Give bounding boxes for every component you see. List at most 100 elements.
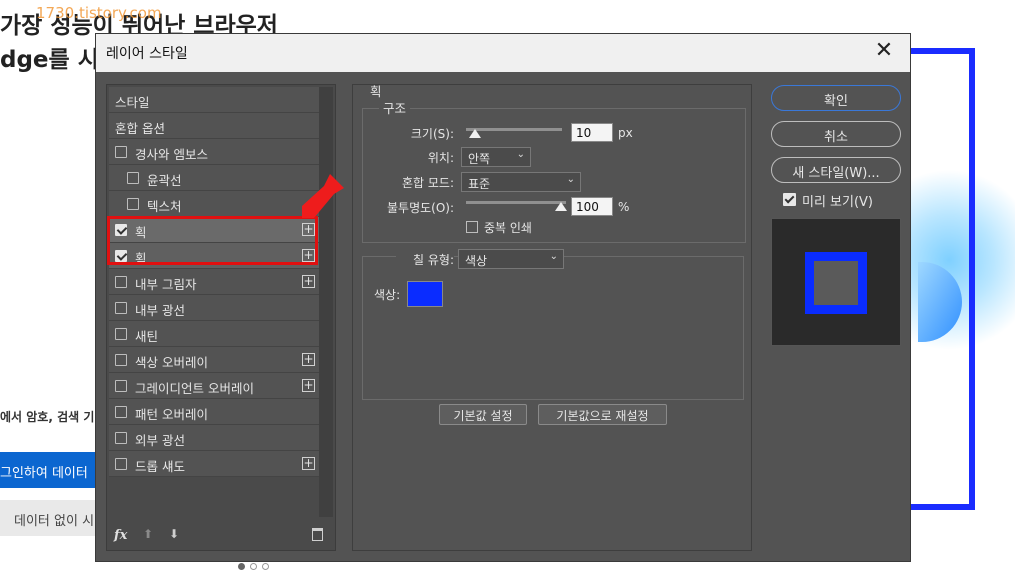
style-item-label: 경사와 엠보스 [135, 147, 208, 162]
opacity-input[interactable]: 100 [571, 197, 613, 216]
preview-label: 미리 보기(V) [802, 195, 874, 210]
move-up-icon[interactable]: ⬆ [143, 527, 153, 541]
bg-body-text: 에서 암호, 검색 기 [0, 410, 95, 424]
carousel-dot[interactable] [262, 563, 269, 570]
bg-continue-button[interactable]: 데이터 없이 시 [0, 500, 100, 536]
style-checkbox[interactable] [115, 406, 127, 418]
style-checkbox[interactable] [127, 198, 139, 210]
dialog-titlebar: 레이어 스타일 ✕ [96, 34, 910, 72]
style-list-item[interactable]: 드롭 섀도 + [109, 451, 319, 477]
style-item-label: 스타일 [115, 95, 150, 110]
fill-type-label: 칠 유형: [396, 251, 454, 268]
size-slider-thumb[interactable] [469, 129, 481, 138]
chevron-down-icon: ⌄ [549, 251, 558, 262]
fill-type-dropdown[interactable]: 색상 ⌄ [458, 249, 564, 269]
style-checkbox[interactable] [115, 276, 127, 288]
style-checkbox[interactable] [115, 354, 127, 366]
ok-button[interactable]: 확인 [771, 85, 901, 111]
style-list-item[interactable]: 윤곽선 [109, 165, 319, 191]
style-item-label: 혼합 옵션 [115, 121, 165, 136]
style-checkbox[interactable] [115, 328, 127, 340]
position-dropdown[interactable]: 안쪽 ⌄ [461, 147, 531, 167]
style-checkbox[interactable] [115, 432, 127, 444]
style-list-item[interactable]: 혼합 옵션 [109, 113, 319, 139]
stroke-color-swatch[interactable] [407, 281, 443, 307]
new-style-button[interactable]: 새 스타일(W)... [771, 157, 901, 183]
chevron-down-icon: ⌄ [516, 149, 525, 160]
preview-square [805, 252, 867, 314]
cancel-button[interactable]: 취소 [771, 121, 901, 147]
add-effect-icon[interactable]: + [302, 353, 315, 366]
set-default-button[interactable]: 기본값 설정 [439, 404, 527, 425]
style-item-label: 그레이디언트 오버레이 [135, 381, 254, 396]
fill-group [362, 256, 744, 400]
style-preview-thumbnail [771, 218, 901, 346]
opacity-slider[interactable] [466, 201, 566, 204]
style-checkbox[interactable] [115, 146, 127, 158]
style-list: 스타일 혼합 옵션 경사와 엠보스 윤곽선 텍스처 획 + 획 + 내부 그림자 + 내부 광선 새틴 색… [109, 87, 319, 477]
reset-default-button[interactable]: 기본값으로 재설정 [538, 404, 667, 425]
style-checkbox[interactable] [115, 458, 127, 470]
blend-mode-label: 혼합 모드: [401, 176, 454, 190]
layer-style-dialog: 레이어 스타일 ✕ 스타일 혼합 옵션 경사와 엠보스 윤곽선 텍스처 획 + 획 + 내부 그림… [95, 33, 911, 562]
style-checkbox[interactable] [115, 302, 127, 314]
style-list-item[interactable]: 스타일 [109, 87, 319, 113]
close-icon[interactable]: ✕ [872, 40, 896, 64]
style-list-scrollbar[interactable] [319, 87, 333, 517]
position-label: 위치: [427, 151, 454, 165]
add-effect-icon[interactable]: + [302, 379, 315, 392]
structure-group-title: 구조 [379, 98, 411, 117]
trash-icon[interactable] [312, 528, 323, 541]
color-label: 색상: [374, 288, 401, 302]
highlight-box [107, 216, 318, 265]
opacity-slider-thumb[interactable] [555, 202, 567, 211]
style-item-label: 내부 광선 [135, 303, 185, 318]
style-item-label: 외부 광선 [135, 433, 185, 448]
blend-mode-value: 표준 [468, 177, 491, 191]
style-list-item[interactable]: 패턴 오버레이 [109, 399, 319, 425]
style-list-item[interactable]: 내부 광선 [109, 295, 319, 321]
style-list-item[interactable]: 그레이디언트 오버레이 + [109, 373, 319, 399]
carousel-dot[interactable] [238, 563, 245, 570]
size-label: 크기(S): [410, 127, 454, 141]
overprint-checkbox[interactable] [466, 221, 478, 233]
dialog-title: 레이어 스타일 [106, 46, 188, 62]
style-list-item[interactable]: 경사와 엠보스 [109, 139, 319, 165]
style-checkbox[interactable] [115, 380, 127, 392]
style-list-item[interactable]: 내부 그림자 + [109, 269, 319, 295]
size-input[interactable]: 10 [571, 123, 613, 142]
opacity-unit: % [618, 200, 630, 214]
style-list-panel: 스타일 혼합 옵션 경사와 엠보스 윤곽선 텍스처 획 + 획 + 내부 그림자 + 내부 광선 새틴 색… [106, 84, 336, 551]
screen: 가장 성능이 뛰어난 브라우저 1730.tistory.com dge를 시작… [0, 0, 1024, 576]
style-item-label: 내부 그림자 [135, 277, 197, 292]
style-item-label: 패턴 오버레이 [135, 407, 208, 422]
style-item-label: 색상 오버레이 [135, 355, 208, 370]
size-unit: px [618, 126, 633, 140]
carousel-dot[interactable] [250, 563, 257, 570]
blend-mode-dropdown[interactable]: 표준 ⌄ [461, 172, 581, 192]
style-checkbox[interactable] [127, 172, 139, 184]
fill-type-value: 색상 [465, 254, 488, 268]
style-list-item[interactable]: 외부 광선 [109, 425, 319, 451]
opacity-label: 불투명도(O): [386, 201, 454, 215]
add-effect-icon[interactable]: + [302, 275, 315, 288]
style-item-label: 텍스처 [147, 199, 182, 214]
overprint-label: 중복 인쇄 [484, 221, 532, 235]
carousel-dots[interactable] [238, 563, 269, 570]
move-down-icon[interactable]: ⬇ [169, 527, 179, 541]
bg-blue-stroke-frame [905, 48, 975, 510]
chevron-down-icon: ⌄ [566, 174, 575, 185]
style-item-label: 새틴 [135, 329, 159, 344]
preview-checkbox[interactable] [783, 193, 796, 206]
style-list-item[interactable]: 새틴 [109, 321, 319, 347]
position-value: 안쪽 [468, 152, 491, 166]
add-effect-icon[interactable]: + [302, 457, 315, 470]
style-list-footer: fx ⬆ ⬇ [107, 523, 335, 550]
bg-signin-button[interactable]: 그인하여 데이터 [0, 452, 100, 488]
red-arrow-icon [302, 174, 344, 218]
fx-icon[interactable]: fx [114, 528, 127, 543]
style-item-label: 드롭 섀도 [135, 459, 185, 474]
style-list-item[interactable]: 텍스처 [109, 191, 319, 217]
style-list-item[interactable]: 색상 오버레이 + [109, 347, 319, 373]
watermark: 1730.tistory.com [36, 4, 162, 22]
